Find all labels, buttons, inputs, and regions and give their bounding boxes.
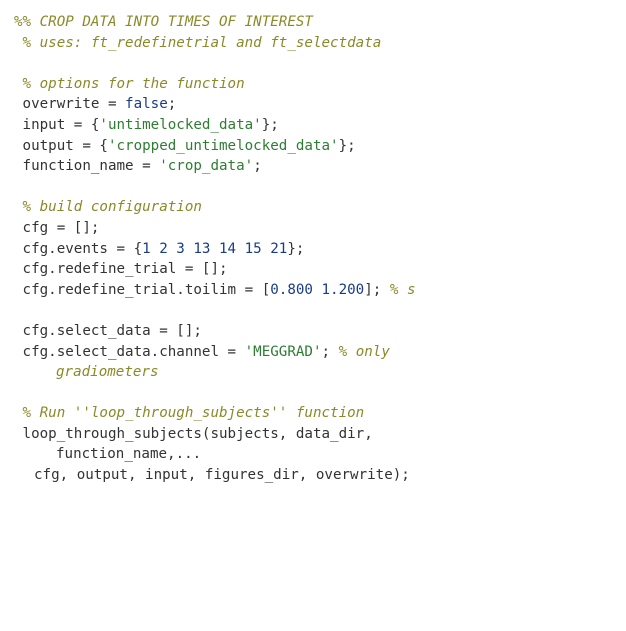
number-literal: 1 2 3 13 14 15 21 <box>142 241 287 257</box>
code-text: cfg.select_data.channel = <box>14 344 245 360</box>
comment-inline: % only <box>339 344 390 360</box>
comment-section-header: %% CROP DATA INTO TIMES OF INTEREST <box>14 14 313 30</box>
comment-uses: % uses: ft_redefinetrial and ft_selectda… <box>14 35 381 51</box>
comment-run: % Run ''loop_through_subjects'' function <box>14 405 364 421</box>
code-text: cfg = []; <box>14 220 99 236</box>
string-literal: 'MEGGRAD' <box>245 344 322 360</box>
code-text: ; <box>168 96 177 112</box>
keyword-false: false <box>125 96 168 112</box>
code-block: %% CROP DATA INTO TIMES OF INTEREST % us… <box>14 12 608 486</box>
code-text: cfg.events = { <box>14 241 142 257</box>
comment-options: % options for the function <box>14 76 245 92</box>
comment-inline: % s <box>390 282 416 298</box>
code-text: overwrite = <box>14 96 125 112</box>
code-text: ; <box>322 344 339 360</box>
string-literal: 'cropped_untimelocked_data' <box>108 138 339 154</box>
code-continuation: cfg, output, input, figures_dir, overwri… <box>14 465 410 486</box>
code-text: }; <box>262 117 279 133</box>
code-text: loop_through_subjects(subjects, data_dir… <box>14 426 373 442</box>
number-literal: 0.800 1.200 <box>270 282 364 298</box>
code-text: cfg.redefine_trial = []; <box>14 261 228 277</box>
code-text: }; <box>339 138 356 154</box>
comment-continuation: gradiometers <box>14 362 159 383</box>
code-text: }; <box>287 241 304 257</box>
string-literal: 'untimelocked_data' <box>99 117 261 133</box>
string-literal: 'crop_data' <box>159 158 253 174</box>
code-text: function_name = <box>14 158 159 174</box>
comment-build-config: % build configuration <box>14 199 202 215</box>
code-text: ]; <box>364 282 390 298</box>
code-text: cfg.select_data = []; <box>14 323 202 339</box>
code-continuation: function_name,... <box>14 444 201 465</box>
code-text: input = { <box>14 117 99 133</box>
code-text: cfg.redefine_trial.toilim = [ <box>14 282 270 298</box>
code-text: ; <box>253 158 262 174</box>
code-text: output = { <box>14 138 108 154</box>
